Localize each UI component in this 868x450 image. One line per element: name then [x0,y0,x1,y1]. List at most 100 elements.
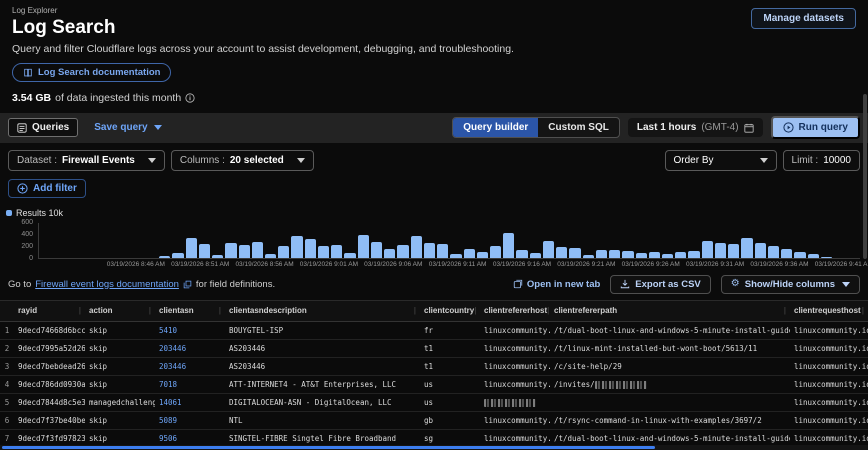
column-header-clientrefererpath[interactable]: clientrefererpath| [550,306,790,315]
chart-bar[interactable] [437,244,448,257]
column-header-clientcountry[interactable]: clientcountry| [420,306,480,315]
cell-clientasn[interactable]: 203446 [155,362,225,371]
chart-bar[interactable] [636,253,647,257]
chart-bar[interactable] [331,245,342,258]
cell-clientasn[interactable]: 7018 [155,380,225,389]
column-resize-handle[interactable]: | [547,306,549,315]
column-header-clientrequesthost[interactable]: clientrequesthost| [790,306,868,315]
horizontal-scrollbar-track[interactable] [0,445,868,450]
chart-bar[interactable] [186,238,197,258]
chart-bar[interactable] [596,250,607,258]
chart-bar[interactable] [318,246,329,257]
cell-clientasn[interactable]: 5410 [155,326,225,335]
time-range-picker[interactable]: Last 1 hours (GMT-4) [628,118,763,137]
chart-bar[interactable] [265,254,276,258]
chart-bar[interactable] [252,242,263,257]
chart-bar[interactable] [794,252,805,258]
column-resize-handle[interactable]: | [79,306,81,315]
chart-bar[interactable] [556,247,567,257]
chart-bar[interactable] [212,255,223,258]
chart-bar[interactable] [702,241,713,258]
horizontal-scrollbar-thumb[interactable] [2,446,655,449]
table-row[interactable]: 59decd7844d8c5e39managedchallenge14061DI… [0,394,868,412]
column-header-rayid[interactable]: rayid| [14,306,85,315]
chart-bar[interactable] [741,238,752,257]
manage-datasets-button[interactable]: Manage datasets [751,8,856,29]
cell-clientasn[interactable]: 203446 [155,344,225,353]
chart-bar[interactable] [344,253,355,257]
chart-bar[interactable] [424,243,435,258]
firewall-docs-link[interactable]: Firewall event logs documentation [35,279,179,290]
chart-bar[interactable] [490,246,501,258]
column-header-clientrefererhost[interactable]: clientrefererhost| [480,306,550,315]
chart-bar[interactable] [543,241,554,258]
columns-select[interactable]: Columns : 20 selected [171,150,314,171]
column-resize-handle[interactable]: | [414,306,416,315]
chart-bar[interactable] [688,251,699,258]
open-in-new-tab-button[interactable]: Open in new tab [513,279,600,290]
chart-bar[interactable] [649,252,660,258]
log-search-documentation-button[interactable]: Log Search documentation [12,63,171,82]
table-row[interactable]: 39decd7bebdead26cskip203446AS203446t1lin… [0,358,868,376]
export-csv-button[interactable]: Export as CSV [610,275,710,294]
chart-bar[interactable] [464,249,475,258]
chart-bar[interactable] [516,250,527,257]
show-hide-columns-button[interactable]: ⚙ Show/Hide columns [721,275,860,294]
chart-bar[interactable] [371,242,382,257]
chart-bar[interactable] [715,243,726,257]
chart-bar[interactable] [808,254,819,258]
table-row[interactable]: 49decd786dd0930a0skip7018ATT-INTERNET4 -… [0,376,868,394]
table-row[interactable]: 19decd74668d6bccdskip5410BOUYGTEL-ISPfrl… [0,322,868,340]
column-resize-handle[interactable]: | [474,306,476,315]
dataset-select[interactable]: Dataset : Firewall Events [8,150,165,171]
cell-clientasn[interactable]: 9506 [155,434,225,443]
chart-bar[interactable] [622,251,633,258]
table-row[interactable]: 69decd7f37be40bebskip5089NTLgblinuxcommu… [0,412,868,430]
chart-bar[interactable] [291,236,302,258]
chart-bar[interactable] [397,245,408,258]
table-row[interactable]: 29decd7995a52d26cskip203446AS203446t1lin… [0,340,868,358]
chart-bar[interactable] [358,235,369,258]
queries-button[interactable]: Queries [8,118,78,137]
cell-clientasn[interactable]: 5089 [155,416,225,425]
chart-bar[interactable] [781,249,792,257]
column-resize-handle[interactable]: | [862,306,864,315]
cell-clientasn[interactable]: 14061 [155,398,225,407]
chart-bar[interactable] [477,252,488,257]
chart-bar[interactable] [305,239,316,257]
tab-custom-sql[interactable]: Custom SQL [538,118,619,137]
chart-bar[interactable] [583,255,594,258]
chart-bar[interactable] [450,254,461,258]
chart-bar[interactable] [530,253,541,258]
chart-bar[interactable] [239,245,250,258]
chart-bar[interactable] [411,236,422,258]
chart-bar[interactable] [675,252,686,258]
column-header-clientasn[interactable]: clientasn| [155,306,225,315]
chart-bar[interactable] [662,254,673,258]
chart-bar[interactable] [609,250,620,258]
chart-bar[interactable] [728,244,739,258]
limit-input[interactable]: Limit : 10000 [783,150,860,171]
save-query-button[interactable]: Save query [94,122,161,133]
order-by-select[interactable]: Order By [665,150,777,171]
vertical-scrollbar-thumb[interactable] [863,94,867,259]
chart-bar[interactable] [569,248,580,258]
run-query-button[interactable]: Run query [771,116,860,139]
chart-bar[interactable] [755,243,766,258]
chart-bar[interactable] [159,256,170,257]
tab-query-builder[interactable]: Query builder [453,118,538,137]
chart-bar[interactable] [225,243,236,258]
chart-bar[interactable] [768,246,779,257]
chart-bar[interactable] [172,253,183,258]
column-resize-handle[interactable]: | [784,306,786,315]
chart-bar[interactable] [199,244,210,257]
chart-bar[interactable] [821,257,832,258]
column-header-clientasndescription[interactable]: clientasndescription| [225,306,420,315]
chart-bar[interactable] [503,233,514,258]
column-header-action[interactable]: action| [85,306,155,315]
chart-bar[interactable] [278,246,289,257]
column-resize-handle[interactable]: | [219,306,221,315]
add-filter-button[interactable]: Add filter [8,179,86,198]
column-resize-handle[interactable]: | [149,306,151,315]
info-icon[interactable] [185,93,195,103]
